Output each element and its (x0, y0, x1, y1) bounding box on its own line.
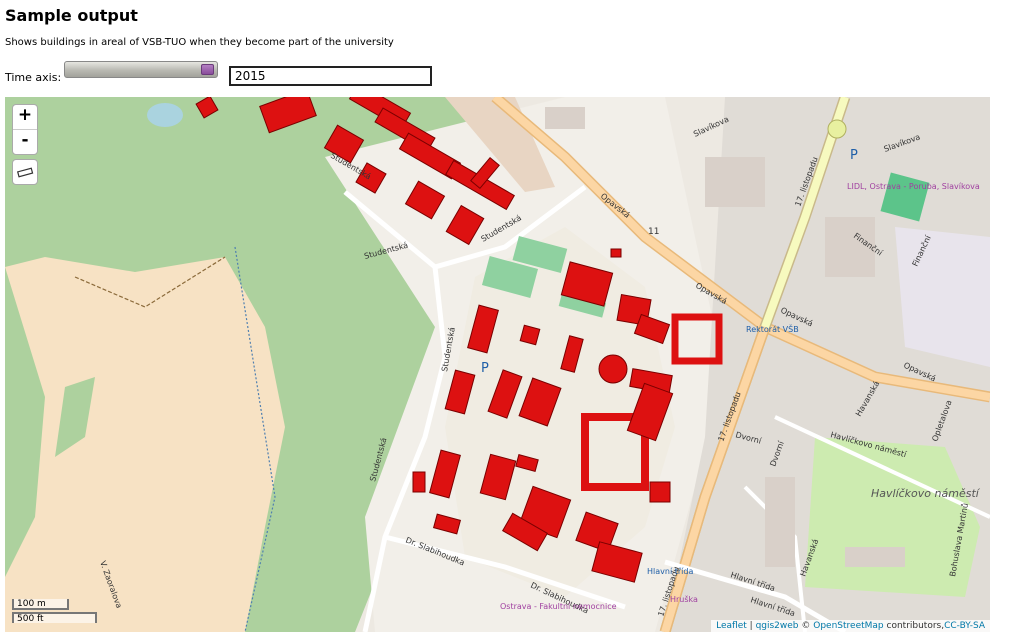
label-rektorat: Rektorát VŠB (746, 323, 799, 334)
leaflet-link[interactable]: Leaflet (716, 621, 747, 631)
zoom-in-button[interactable]: + (13, 105, 37, 130)
attribution-separator: | (746, 621, 756, 631)
zoom-control: + - (12, 104, 38, 155)
slider-handle[interactable] (201, 64, 214, 75)
time-axis-label: Time axis: (5, 71, 62, 84)
label-hlavni-trida-1: Hlavní třída (647, 567, 693, 576)
qgis2web-link[interactable]: qgis2web (756, 621, 799, 631)
label-hruska: Hruška (670, 594, 698, 604)
map-tiles: Studentská Studentská Studentská Student… (5, 97, 990, 632)
label-parking-2: P (481, 361, 489, 376)
page-title: Sample output (5, 6, 138, 25)
attribution-copyright: © (798, 621, 814, 631)
ruler-icon (16, 167, 34, 178)
scale-imperial: 500 ft (12, 612, 97, 624)
license-link[interactable]: CC-BY-SA (944, 621, 985, 631)
scale-metric: 100 m (12, 599, 69, 610)
label-lidl: LIDL, Ostrava - Poruba, Slavíkova (847, 182, 980, 191)
label-havlickovo: Havlíčkovo náměstí (871, 487, 981, 500)
measure-button[interactable] (12, 159, 38, 185)
page-subtitle: Shows buildings in areal of VSB-TUO when… (5, 37, 394, 48)
map-attribution: Leaflet | qgis2web © OpenStreetMap contr… (711, 620, 990, 632)
time-axis-slider[interactable] (64, 61, 218, 78)
year-input[interactable]: 2015 (229, 66, 432, 86)
osm-link[interactable]: OpenStreetMap (813, 621, 883, 631)
attribution-contributors: contributors, (883, 621, 945, 631)
label-road-11: 11 (648, 227, 659, 237)
label-nemocnice: Ostrava - Fakultní nemocnice (500, 602, 617, 611)
zoom-out-button[interactable]: - (13, 130, 37, 154)
map[interactable]: Studentská Studentská Studentská Student… (5, 97, 990, 632)
label-parking-1: P (850, 148, 858, 163)
